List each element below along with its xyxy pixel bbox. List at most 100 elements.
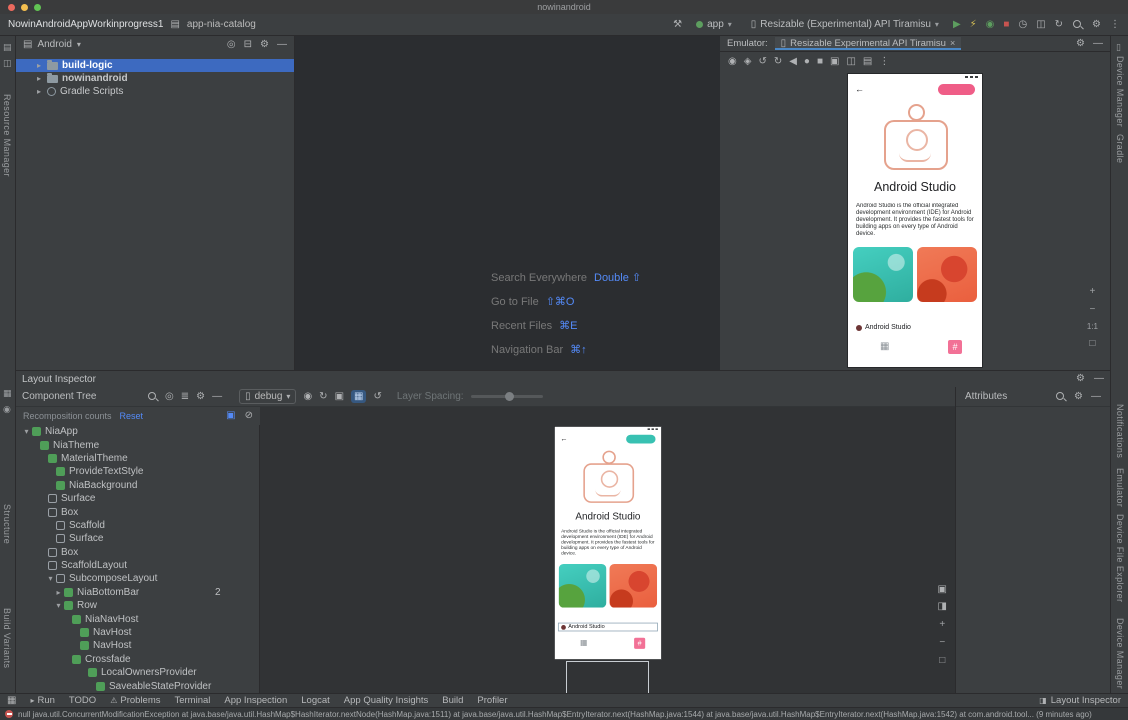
emulator-device-screen[interactable]: ← Android Studio Android Studio is the o… bbox=[847, 73, 983, 368]
hide-panel-icon[interactable]: — bbox=[1091, 392, 1101, 402]
tree-node-navhost[interactable]: NavHost bbox=[16, 626, 259, 639]
emulator-device-tab[interactable]: ▯ Resizable Experimental API Tiramisu × bbox=[775, 37, 962, 50]
fold-icon[interactable]: ◫ bbox=[846, 57, 855, 67]
3d-mode-button[interactable]: ▦ bbox=[351, 390, 366, 403]
chevron-down-icon[interactable]: ▾ bbox=[77, 41, 81, 49]
rendered-device-screen[interactable]: ← Android Studio Android Studio is the o… bbox=[554, 426, 662, 660]
tree-node-crossfade[interactable]: Crossfade bbox=[16, 653, 259, 666]
run-config-selector[interactable]: app ▾ bbox=[691, 18, 737, 31]
chevron-icon[interactable] bbox=[54, 601, 63, 610]
pan-icon[interactable]: ▣ bbox=[938, 585, 947, 595]
chevron-right-icon[interactable]: ▸ bbox=[35, 87, 43, 96]
traffic-lights[interactable] bbox=[8, 4, 41, 11]
tree-node-navhost-2[interactable]: NavHost bbox=[16, 639, 259, 652]
tree-node-providetextstyle[interactable]: ProvideTextStyle bbox=[16, 465, 259, 478]
tree-node-box[interactable]: Box bbox=[16, 505, 259, 518]
panel-settings-icon[interactable]: ⚙ bbox=[1076, 374, 1085, 384]
tool-window-problems[interactable]: ⚠Problems bbox=[110, 695, 160, 706]
project-tree-item-build-logic[interactable]: ▸ build-logic bbox=[16, 59, 294, 72]
tree-node-row[interactable]: Row bbox=[16, 599, 259, 612]
debug-button[interactable]: ◉ bbox=[986, 20, 995, 30]
tool-window-app-quality-insights[interactable]: App Quality Insights bbox=[344, 695, 429, 706]
run-button[interactable]: ▶ bbox=[953, 20, 961, 30]
tool-window-app-inspection[interactable]: App Inspection bbox=[224, 695, 287, 706]
back-icon[interactable]: ◀ bbox=[789, 57, 797, 67]
rotate-left-icon[interactable]: ↺ bbox=[758, 57, 766, 67]
reset-view-icon[interactable]: ↺ bbox=[373, 392, 381, 402]
tool-window-todo[interactable]: TODO bbox=[69, 695, 96, 706]
stripe-icon[interactable]: ▦ bbox=[3, 388, 12, 399]
panel-settings-icon[interactable]: ⚙ bbox=[1076, 39, 1085, 49]
tree-node-materialtheme[interactable]: MaterialTheme bbox=[16, 452, 259, 465]
tool-window-logcat[interactable]: Logcat bbox=[301, 695, 330, 706]
process-selector[interactable]: ▯ debug ▾ bbox=[239, 389, 296, 404]
stripe-gradle[interactable]: Gradle bbox=[1115, 134, 1125, 163]
stripe-icon[interactable]: ▯ bbox=[1116, 42, 1121, 53]
slider-thumb[interactable] bbox=[505, 392, 514, 401]
chevron-icon[interactable] bbox=[46, 574, 55, 583]
project-view-selector[interactable]: Android bbox=[37, 39, 71, 50]
stop-button[interactable]: ■ bbox=[1003, 20, 1009, 30]
search-icon[interactable] bbox=[147, 391, 158, 402]
back-arrow-icon[interactable]: ← bbox=[855, 84, 864, 94]
tree-node-niatheme[interactable]: NiaTheme bbox=[16, 438, 259, 451]
snapshots-icon[interactable]: ▤ bbox=[863, 57, 872, 67]
stripe-device-manager[interactable]: Device Manager bbox=[1115, 56, 1125, 127]
collapse-all-icon[interactable]: ⊟ bbox=[244, 40, 252, 50]
hide-panel-icon[interactable]: — bbox=[277, 40, 287, 50]
accent-chip[interactable] bbox=[626, 435, 655, 444]
feed-card-teal[interactable] bbox=[853, 247, 913, 302]
disable-counts-icon[interactable]: ⊘ bbox=[245, 411, 253, 421]
tree-node-localownersprovider[interactable]: LocalOwnersProvider bbox=[16, 666, 259, 679]
tree-node-niaapp[interactable]: NiaApp bbox=[16, 425, 259, 438]
tool-window-run[interactable]: ▸Run bbox=[30, 695, 54, 706]
fit-to-window-icon[interactable]: □ bbox=[1089, 338, 1095, 349]
search-icon[interactable] bbox=[1055, 391, 1066, 402]
tree-node-niabackground[interactable]: NiaBackground bbox=[16, 479, 259, 492]
device-manager-button[interactable]: ◫ bbox=[1036, 20, 1045, 30]
grid-icon[interactable]: ▦ bbox=[880, 341, 889, 352]
screenshot-icon[interactable]: ▣ bbox=[830, 57, 839, 67]
search-everywhere-icon[interactable] bbox=[1072, 19, 1083, 30]
tree-node-surface[interactable]: Surface bbox=[16, 492, 259, 505]
stripe-resource-manager[interactable]: Resource Manager bbox=[2, 94, 12, 177]
overview-icon[interactable]: ■ bbox=[817, 57, 823, 67]
project-tree-item-nowinandroid[interactable]: ▸ nowinandroid bbox=[16, 72, 294, 85]
layers-icon[interactable]: ◨ bbox=[938, 602, 947, 612]
chevron-icon[interactable] bbox=[22, 427, 31, 436]
module-breadcrumb[interactable]: app-nia-catalog bbox=[187, 19, 256, 30]
sync-gradle-button[interactable]: ↻ bbox=[1055, 20, 1063, 30]
chevron-icon[interactable] bbox=[54, 588, 63, 597]
close-tab-icon[interactable]: × bbox=[950, 39, 955, 48]
feed-card-orange[interactable] bbox=[917, 247, 977, 302]
apply-changes-button[interactable]: ⚡ bbox=[970, 20, 977, 30]
refresh-icon[interactable]: ↻ bbox=[319, 392, 327, 402]
zoom-out-icon[interactable]: − bbox=[939, 637, 945, 648]
stripe-notifications[interactable]: Notifications bbox=[1115, 404, 1125, 458]
more-options-icon[interactable]: ⋮ bbox=[879, 57, 889, 67]
tree-node-niabottombar[interactable]: NiaBottomBar2 bbox=[16, 586, 259, 599]
exception-message[interactable]: null java.util.ConcurrentModificationExc… bbox=[18, 710, 1092, 719]
zoom-in-icon[interactable]: + bbox=[1090, 286, 1096, 297]
rotate-right-icon[interactable]: ↻ bbox=[774, 57, 782, 67]
topic-tag-icon[interactable]: # bbox=[634, 638, 645, 649]
tree-node-scaffoldlayout[interactable]: ScaffoldLayout bbox=[16, 559, 259, 572]
panel-settings-icon[interactable]: ⚙ bbox=[260, 40, 269, 50]
tree-node-nianavhost[interactable]: NiaNavHost bbox=[16, 612, 259, 625]
tree-settings-icon[interactable]: ⚙ bbox=[196, 392, 205, 402]
home-icon[interactable]: ● bbox=[804, 57, 810, 67]
topic-author-row[interactable]: Android Studio bbox=[856, 324, 911, 331]
hide-panel-icon[interactable]: — bbox=[1094, 374, 1104, 384]
feed-card-orange[interactable] bbox=[610, 564, 658, 608]
stripe-build-variants[interactable]: Build Variants bbox=[2, 608, 12, 668]
tool-window-terminal[interactable]: Terminal bbox=[174, 695, 210, 706]
stripe-emulator[interactable]: Emulator bbox=[1115, 468, 1125, 507]
back-arrow-icon[interactable]: ← bbox=[560, 435, 567, 443]
live-updates-icon[interactable]: ◉ bbox=[303, 392, 312, 402]
tool-window-build[interactable]: Build bbox=[442, 695, 463, 706]
stripe-structure[interactable]: Structure bbox=[2, 504, 12, 544]
tree-node-surface-2[interactable]: Surface bbox=[16, 532, 259, 545]
commit-stripe-icon[interactable]: ◫ bbox=[3, 58, 12, 69]
snapshot-icon[interactable]: ▣ bbox=[335, 392, 344, 402]
fit-to-window-icon[interactable]: □ bbox=[939, 655, 945, 666]
